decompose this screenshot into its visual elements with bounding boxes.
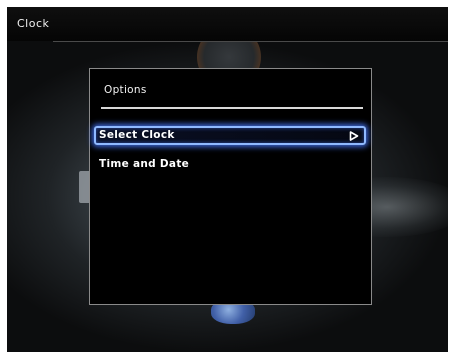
options-panel-title: Options <box>104 84 147 96</box>
menu-item-time-and-date[interactable]: Time and Date <box>94 155 366 174</box>
play-arrow-icon <box>349 131 359 141</box>
menu-item-select-clock[interactable]: Select Clock <box>94 126 366 145</box>
title-bar: Clock <box>7 7 448 41</box>
menu-item-label: Time and Date <box>99 158 190 170</box>
title-divider <box>53 41 448 42</box>
menu-item-label: Select Clock <box>99 129 175 141</box>
options-panel: Options Select Clock Time and Date <box>89 68 372 305</box>
page-title: Clock <box>17 17 50 30</box>
clock-screen: Clock Options Select Clock Time and Date <box>7 7 448 352</box>
options-divider <box>101 107 363 109</box>
